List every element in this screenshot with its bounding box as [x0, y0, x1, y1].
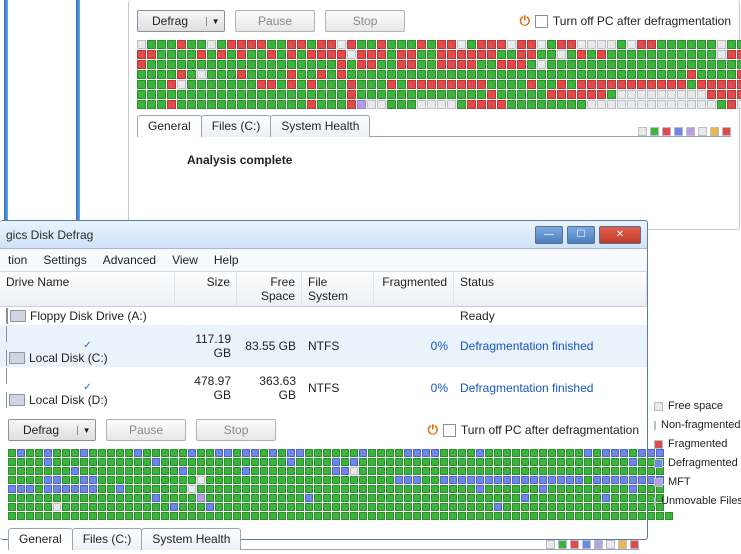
col-size[interactable]: Size [175, 272, 237, 306]
turnoff-label: Turn off PC after defragmentation [461, 423, 639, 437]
drive-checkbox[interactable] [6, 326, 169, 366]
legend-mft: MFT [668, 476, 691, 488]
legend-frag: Fragmented [668, 438, 727, 450]
maximize-button[interactable]: ☐ [567, 226, 595, 244]
window-buttons: — ☐ ✕ [531, 226, 641, 244]
second-tabs: General Files (C:) System Health [8, 527, 241, 549]
table-row[interactable]: Local Disk (C:)117.19 GB83.55 GBNTFS0%De… [0, 325, 647, 367]
legend-nonfrag: Non-fragmented [661, 419, 741, 431]
analysis-status: Analysis complete [187, 153, 731, 167]
tab-files[interactable]: Files (C:) [201, 115, 272, 137]
tab-files[interactable]: Files (C:) [72, 528, 143, 550]
legend-defrag: Defragmented [668, 457, 738, 469]
tab-general[interactable]: General [137, 115, 202, 137]
col-frag[interactable]: Fragmented [374, 272, 454, 306]
drive-icon [9, 352, 25, 364]
power-icon: ⏻ [520, 13, 530, 29]
top-toolbar: Defrag ▼ Pause Stop ⏻ Turn off PC after … [137, 10, 731, 32]
window-title: gics Disk Defrag [6, 228, 93, 242]
mini-legend [638, 127, 731, 136]
second-window: gics Disk Defrag — ☐ ✕ tion Settings Adv… [0, 220, 648, 540]
defrag-dropdown[interactable]: Defrag ▼ [8, 419, 96, 441]
legend-unmov: Unmovable Files [661, 495, 741, 507]
table-row[interactable]: Floppy Disk Drive (A:)Ready [0, 307, 647, 325]
tab-system-health[interactable]: System Health [141, 528, 241, 550]
drive-list: Floppy Disk Drive (A:)ReadyLocal Disk (C… [0, 307, 647, 409]
tab-system-health[interactable]: System Health [270, 115, 370, 137]
defrag-label: Defrag [9, 423, 77, 437]
pause-button[interactable]: Pause [235, 10, 315, 32]
drive-checkbox[interactable] [6, 368, 169, 408]
drive-list-header: Drive Name Size Free Space File System F… [0, 272, 647, 307]
top-tabs: General Files (C:) System Health [137, 114, 370, 136]
chevron-down-icon: ▼ [77, 426, 95, 435]
top-window: Defrag ▼ Pause Stop ⏻ Turn off PC after … [128, 0, 740, 230]
drive-icon [9, 394, 25, 406]
legend-free: Free space [668, 400, 723, 412]
pause-button[interactable]: Pause [106, 419, 186, 441]
stop-button[interactable]: Stop [196, 419, 276, 441]
stop-button[interactable]: Stop [325, 10, 405, 32]
close-button[interactable]: ✕ [599, 226, 641, 244]
menu-view[interactable]: View [172, 253, 198, 267]
legend-panel: Free space Non-fragmented Fragmented Def… [654, 400, 738, 507]
col-status[interactable]: Status [454, 272, 647, 306]
menubar: tion Settings Advanced View Help [0, 249, 647, 272]
drive-icon [10, 310, 26, 322]
second-toolbar: Defrag ▼ Pause Stop ⏻ Turn off PC after … [8, 419, 639, 441]
chevron-down-icon: ▼ [206, 17, 224, 26]
table-row[interactable]: Local Disk (D:)478.97 GB363.63 GBNTFS0%D… [0, 367, 647, 409]
turnoff-checkbox[interactable] [535, 15, 548, 28]
power-icon: ⏻ [428, 422, 438, 438]
menu-action[interactable]: tion [8, 253, 27, 267]
tab-general[interactable]: General [8, 528, 73, 550]
col-fs[interactable]: File System [302, 272, 374, 306]
turnoff-label: Turn off PC after defragmentation [553, 14, 731, 28]
mini-legend [546, 540, 639, 549]
minimize-button[interactable]: — [535, 226, 563, 244]
titlebar[interactable]: gics Disk Defrag — ☐ ✕ [0, 221, 647, 249]
col-name[interactable]: Drive Name [0, 272, 175, 306]
turnoff-checkbox[interactable] [443, 424, 456, 437]
col-free[interactable]: Free Space [237, 272, 302, 306]
cluster-map-top [137, 40, 731, 110]
menu-help[interactable]: Help [214, 253, 239, 267]
drive-checkbox[interactable] [6, 308, 8, 324]
menu-settings[interactable]: Settings [43, 253, 86, 267]
menu-advanced[interactable]: Advanced [103, 253, 156, 267]
defrag-dropdown[interactable]: Defrag ▼ [137, 10, 225, 32]
defrag-label: Defrag [138, 14, 206, 28]
cluster-map-bottom [8, 449, 639, 521]
